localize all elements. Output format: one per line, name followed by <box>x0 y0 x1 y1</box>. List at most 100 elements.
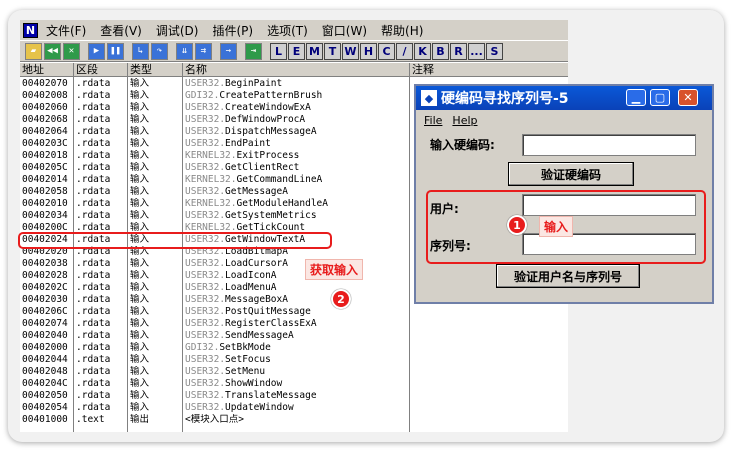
row-name: USER32.ShowWindow <box>185 378 410 390</box>
column-type[interactable]: 类型 <box>128 63 183 77</box>
row-type: 输入 <box>130 78 150 89</box>
row-function: GetSystemMetrics <box>225 210 317 221</box>
trace-into-icon[interactable]: ⇊ <box>176 42 193 60</box>
toolbar-letter-button[interactable]: C <box>378 42 395 60</box>
row-type: 输入 <box>130 126 150 137</box>
row-address: 00402064 <box>22 126 68 137</box>
row-module: USER32. <box>185 270 226 281</box>
trace-over-icon[interactable]: ⇉ <box>195 42 212 60</box>
row-type: 输入 <box>130 102 150 113</box>
row-section: .rdata <box>76 342 111 353</box>
table-row[interactable]: 0040206C .rdata 输入 USER32.PostQuitMessage <box>20 306 568 318</box>
toolbar-letter-button[interactable]: ... <box>468 42 485 60</box>
menu-item[interactable]: 帮助(H) <box>381 22 423 39</box>
verify-user-serial-button[interactable]: 验证用户名与序列号 <box>496 264 640 288</box>
hardcode-input[interactable] <box>522 134 696 156</box>
minimize-icon[interactable]: ▁ <box>626 89 646 106</box>
toolbar-letter-button[interactable]: E <box>288 42 305 60</box>
menu-item[interactable]: 选项(T) <box>267 22 308 39</box>
row-name: USER32.DispatchMessageA <box>185 126 410 138</box>
dialog-menu-file[interactable]: File <box>424 114 442 127</box>
rewind-icon[interactable]: ◀◀ <box>44 42 61 60</box>
row-address: 00402030 <box>22 294 68 305</box>
row-name: USER32.CreateWindowExA <box>185 102 410 114</box>
table-row[interactable]: 00402000 .rdata 输入 GDI32.SetBkMode <box>20 342 568 354</box>
table-header: 地址 区段 类型 名称 注释 <box>20 63 568 77</box>
table-row[interactable]: 00401000 .text 输出 <模块入口点> <box>20 414 568 426</box>
row-function: GetClientRect <box>225 162 300 173</box>
row-section: .rdata <box>76 186 111 197</box>
row-module: USER32. <box>185 306 226 317</box>
toolbar-letter-button[interactable]: K <box>414 42 431 60</box>
row-type: 输入 <box>130 186 150 197</box>
toolbar-letter-button[interactable]: R <box>450 42 467 60</box>
row-module: USER32. <box>185 78 226 89</box>
row-address: 00402018 <box>22 150 68 161</box>
column-name[interactable]: 名称 <box>183 63 410 77</box>
row-type: 输入 <box>130 162 150 173</box>
run-icon[interactable]: ▶ <box>88 42 105 60</box>
column-comment[interactable]: 注释 <box>410 63 568 77</box>
row-type: 输入 <box>130 282 150 293</box>
row-name: USER32.LoadCursorA <box>185 258 410 270</box>
table-row[interactable]: 0040204C .rdata 输入 USER32.ShowWindow <box>20 378 568 390</box>
table-row[interactable]: 00402044 .rdata 输入 USER32.SetFocus <box>20 354 568 366</box>
row-name: USER32.MessageBoxA <box>185 294 410 306</box>
toolbar-letter-button[interactable]: H <box>360 42 377 60</box>
row-section: .rdata <box>76 294 111 305</box>
verify-hardcode-button[interactable]: 验证硬编码 <box>508 162 634 186</box>
row-address: 00402048 <box>22 366 68 377</box>
toolbar-letter-button[interactable]: W <box>342 42 359 60</box>
menu-item[interactable]: 插件(P) <box>212 22 253 39</box>
step-over-icon[interactable]: ↷ <box>151 42 168 60</box>
row-type: 输入 <box>130 378 150 389</box>
row-name: USER32.SetMenu <box>185 366 410 378</box>
menu-item[interactable]: 查看(V) <box>100 22 142 39</box>
menu-item[interactable]: 窗口(W) <box>322 22 367 39</box>
toolbar-letter-button[interactable]: L <box>270 42 287 60</box>
step-into-icon[interactable]: ↳ <box>132 42 149 60</box>
row-name: USER32.GetSystemMetrics <box>185 210 410 222</box>
table-row[interactable]: 00402074 .rdata 输入 USER32.RegisterClassExA <box>20 318 568 330</box>
table-row[interactable]: 00402050 .rdata 输入 USER32.TranslateMessage <box>20 390 568 402</box>
row-section: .rdata <box>76 366 111 377</box>
open-file-icon[interactable]: ▰ <box>25 42 42 60</box>
step-1-callout: 输入 <box>539 216 574 237</box>
toolbar-letter-button[interactable]: B <box>432 42 449 60</box>
column-seg[interactable]: 区段 <box>74 63 128 77</box>
toolbar-letter-button[interactable]: S <box>486 42 503 60</box>
execute-till-return-icon[interactable]: → <box>220 42 237 60</box>
toolbar-letter-button[interactable]: T <box>324 42 341 60</box>
menu-item[interactable]: 调试(D) <box>156 22 199 39</box>
row-type: 输入 <box>130 306 150 317</box>
menu-item[interactable]: 文件(F) <box>46 22 86 39</box>
row-address: 00402074 <box>22 318 68 329</box>
row-section: .rdata <box>76 378 111 389</box>
row-section: .rdata <box>76 258 111 269</box>
table-row[interactable]: 00402048 .rdata 输入 USER32.SetMenu <box>20 366 568 378</box>
row-module: USER32. <box>185 390 226 401</box>
maximize-icon[interactable]: ▢ <box>650 89 670 106</box>
dialog-menu-help[interactable]: Help <box>452 114 477 127</box>
pause-icon[interactable]: ❚❚ <box>107 42 124 60</box>
goto-icon[interactable]: ⇥ <box>245 42 262 60</box>
toolbar-letter-button[interactable]: M <box>306 42 323 60</box>
row-address: 0040202C <box>22 282 68 293</box>
row-address: 00402000 <box>22 342 68 353</box>
close-window-icon[interactable]: ✕ <box>678 89 698 106</box>
toolbar-letter-button[interactable]: / <box>396 42 413 60</box>
row-section: .text <box>76 414 105 425</box>
column-addr[interactable]: 地址 <box>20 63 74 77</box>
row-function: MessageBoxA <box>225 294 288 305</box>
table-row[interactable]: 00402040 .rdata 输入 USER32.SendMessageA <box>20 330 568 342</box>
row-module: USER32. <box>185 114 226 125</box>
row-section: .rdata <box>76 198 111 209</box>
app-logo-icon: N <box>23 22 38 38</box>
row-section: .rdata <box>76 114 111 125</box>
step-1-badge: 1 <box>507 215 527 235</box>
row-module: USER32. <box>185 126 226 137</box>
highlight-getwindowtext <box>18 232 332 249</box>
row-name: KERNEL32.GetModuleHandleA <box>185 198 410 210</box>
close-icon[interactable]: ✕ <box>63 42 80 60</box>
table-row[interactable]: 00402054 .rdata 输入 USER32.UpdateWindow <box>20 402 568 414</box>
